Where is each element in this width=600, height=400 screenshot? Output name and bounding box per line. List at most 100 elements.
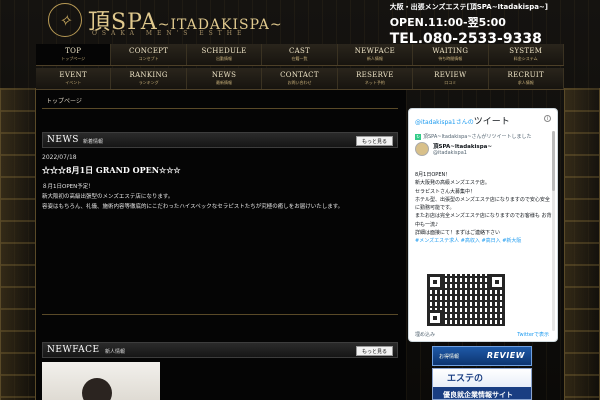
nav-sublabel: ネット予約 xyxy=(364,80,385,85)
nav-review[interactable]: REVIEW 口コミ xyxy=(413,68,489,89)
twitter-timeline-widget[interactable]: @itadakispa1さんのツイート i ↻ 頂SPA~Itadakispa~さ… xyxy=(408,108,558,342)
twitter-header-suffix: さんの xyxy=(455,119,474,126)
news-body-line: 新大阪初の高級出張型のメンズエステ店になります。 xyxy=(42,194,174,200)
divider xyxy=(42,108,398,109)
nav-concept[interactable]: CONCEPT コンセプト xyxy=(111,44,187,65)
tweet-line: 詳細は面接にて！まずはご連絡下さい xyxy=(415,230,501,237)
job-banner-bottom: 優良就企業情報サイト xyxy=(443,391,513,399)
header-info: 大阪・出張メンズエステ[頂SPA~Itadakispa~] OPEN.11:00… xyxy=(390,2,548,47)
review-banner-pre: お得情報 xyxy=(439,354,460,360)
qr-finder-mark xyxy=(427,310,443,326)
tweet-line: またお店は完全メンズエステ店になりますのでお客様も お背中も一流♪ xyxy=(415,213,552,228)
nav-recruit[interactable]: RECRUIT 求人情報 xyxy=(489,68,564,89)
nav-label: WAITING xyxy=(432,47,469,55)
news-more-button[interactable]: もっと見る xyxy=(355,136,393,146)
nav-label: EVENT xyxy=(59,71,87,79)
nav-sublabel: 料金システム xyxy=(513,56,538,61)
news-subtitle: 新着情報 xyxy=(83,139,104,145)
nav-sublabel: コンセプト xyxy=(138,56,159,61)
nav-label: CONCEPT xyxy=(129,47,169,55)
news-headline[interactable]: ☆☆☆8月1日 GRAND OPEN☆☆☆ xyxy=(42,165,181,176)
news-body: ８月1日OPEN予定！ 新大阪初の高級出張型のメンズエステ店になります。 容姿は… xyxy=(42,182,343,212)
tweet-body: 8月1日OPEN！ 新大阪発の高級メンズエステ店。 セラピストさん大募集中！ ホ… xyxy=(415,171,553,246)
twitter-header-user: @itadakispa1 xyxy=(415,119,456,126)
nav-row-2: EVENT イベント RANKING ランキング NEWS 最新情報 CONTACT お… xyxy=(36,68,564,90)
newface-title: NEWFACE xyxy=(47,345,100,355)
nav-event[interactable]: EVENT イベント xyxy=(36,68,112,89)
tweet-line: 新大阪発の高級メンズエステ店。 xyxy=(415,180,490,187)
review-banner[interactable]: お得情報 REVIEW xyxy=(432,346,532,366)
news-section-header: NEWS 新着情報 もっと見る xyxy=(42,132,398,148)
divider xyxy=(42,314,398,315)
nav-sublabel: 出勤情報 xyxy=(216,56,233,61)
nav-label: CONTACT xyxy=(280,71,319,79)
nav-sublabel: 求人情報 xyxy=(517,80,534,85)
tweet-author-name[interactable]: 頂SPA~Itadakispa~ xyxy=(433,142,492,150)
job-banner-top: エステの xyxy=(447,374,484,384)
nav-ranking[interactable]: RANKING ランキング xyxy=(111,68,187,89)
nav-schedule[interactable]: SCHEDULE 出勤情報 xyxy=(187,44,263,65)
twitter-header-title: ツイート xyxy=(473,117,510,127)
embed-link[interactable]: 埋め込み xyxy=(415,331,435,338)
right-deco-pillar xyxy=(564,88,600,400)
news-title: NEWS xyxy=(47,135,79,145)
twitter-widget-header[interactable]: @itadakispa1さんのツイート xyxy=(415,114,510,127)
tweet-line: 8月1日OPEN！ xyxy=(415,172,451,178)
nav-label: REVIEW xyxy=(434,71,467,79)
nav-sublabel: イベント xyxy=(65,80,82,85)
global-nav: TOP トップページ CONCEPT コンセプト SCHEDULE 出勤情報 CAST… xyxy=(36,44,564,90)
nav-cast[interactable]: CAST 在籍一覧 xyxy=(262,44,338,65)
news-date: 2022/07/18 xyxy=(42,154,77,161)
nav-waiting[interactable]: WAITING 待ち時間情報 xyxy=(413,44,489,65)
nav-sublabel: 口コミ xyxy=(444,80,457,85)
nav-sublabel: 在籍一覧 xyxy=(291,56,308,61)
nav-reserve[interactable]: RESERVE ネット予約 xyxy=(338,68,414,89)
left-deco-pillar xyxy=(0,88,36,400)
nav-label: SYSTEM xyxy=(509,47,543,55)
nav-sublabel: ランキング xyxy=(138,80,159,85)
nav-sublabel: 最新情報 xyxy=(216,80,233,85)
review-banner-text: REVIEW xyxy=(486,351,525,360)
nav-system[interactable]: SYSTEM 料金システム xyxy=(489,44,564,65)
retweet-icon: ↻ xyxy=(415,134,421,140)
nav-label: RANKING xyxy=(129,71,168,79)
newface-cast-photo[interactable] xyxy=(42,362,160,400)
newface-section-header: NEWFACE 新人情報 もっと見る xyxy=(42,342,398,358)
qr-finder-mark xyxy=(427,274,443,290)
tweet-line: ホテル型、出張型のメンズエステ店になりますので安心安全に勤務可能です。 xyxy=(415,196,550,212)
avatar[interactable] xyxy=(415,142,429,156)
news-body-line: 容姿はもちろん、礼儀、施術内容等徹底的にこだわったハイスペックなセラピストたちが… xyxy=(42,204,344,210)
nav-label: TOP xyxy=(65,47,82,55)
tweet-line: セラピストさん大募集中！ xyxy=(415,188,476,195)
logo-subtitle: OSAKA MEN'S ESTHE xyxy=(92,30,247,37)
view-on-twitter-link[interactable]: Twitterで表示 xyxy=(517,331,549,338)
nav-label: RECRUIT xyxy=(507,71,544,79)
nav-news[interactable]: NEWS 最新情報 xyxy=(187,68,263,89)
nav-label: RESERVE xyxy=(356,71,394,79)
nav-sublabel: トップページ xyxy=(61,56,86,61)
nav-top[interactable]: TOP トップページ xyxy=(36,44,112,65)
newface-more-button[interactable]: もっと見る xyxy=(355,346,393,356)
nav-sublabel: 待ち時間情報 xyxy=(438,56,463,61)
nav-sublabel: お問い合わせ xyxy=(287,80,312,85)
nav-label: NEWFACE xyxy=(354,47,396,55)
retweet-text: 頂SPA~Itadakispa~さんがリツイートしました xyxy=(423,134,532,140)
nav-label: SCHEDULE xyxy=(201,47,247,55)
news-body-line: ８月1日OPEN予定！ xyxy=(42,184,94,190)
qr-code-image xyxy=(427,274,505,326)
header-hours: OPEN.11:00-翌5:00 xyxy=(389,16,506,29)
retweet-notice: ↻ 頂SPA~Itadakispa~さんがリツイートしました xyxy=(415,133,532,140)
nav-contact[interactable]: CONTACT お問い合わせ xyxy=(262,68,338,89)
nav-newface[interactable]: NEWFACE 新人情報 xyxy=(338,44,414,65)
breadcrumb[interactable]: トップページ xyxy=(46,96,82,105)
main-content: トップページ NEWS 新着情報 もっと見る 2022/07/18 ☆☆☆8月1… xyxy=(36,90,406,400)
newface-subtitle: 新人情報 xyxy=(105,349,126,355)
info-icon[interactable]: i xyxy=(544,115,551,122)
tweet-hashtags[interactable]: #メンズエステ求人 #高収入 #高日入 #新大阪 xyxy=(415,237,553,245)
esthe-job-banner[interactable]: エステの 優良就企業情報サイト xyxy=(432,368,532,400)
nav-row-1: TOP トップページ CONCEPT コンセプト SCHEDULE 出勤情報 CAST… xyxy=(36,44,564,66)
tweet-author-handle[interactable]: @itadakispa1 xyxy=(433,150,467,156)
qr-finder-mark xyxy=(489,274,505,290)
logo-emblem-icon[interactable]: ✧ xyxy=(48,3,82,37)
nav-label: NEWS xyxy=(211,71,237,79)
